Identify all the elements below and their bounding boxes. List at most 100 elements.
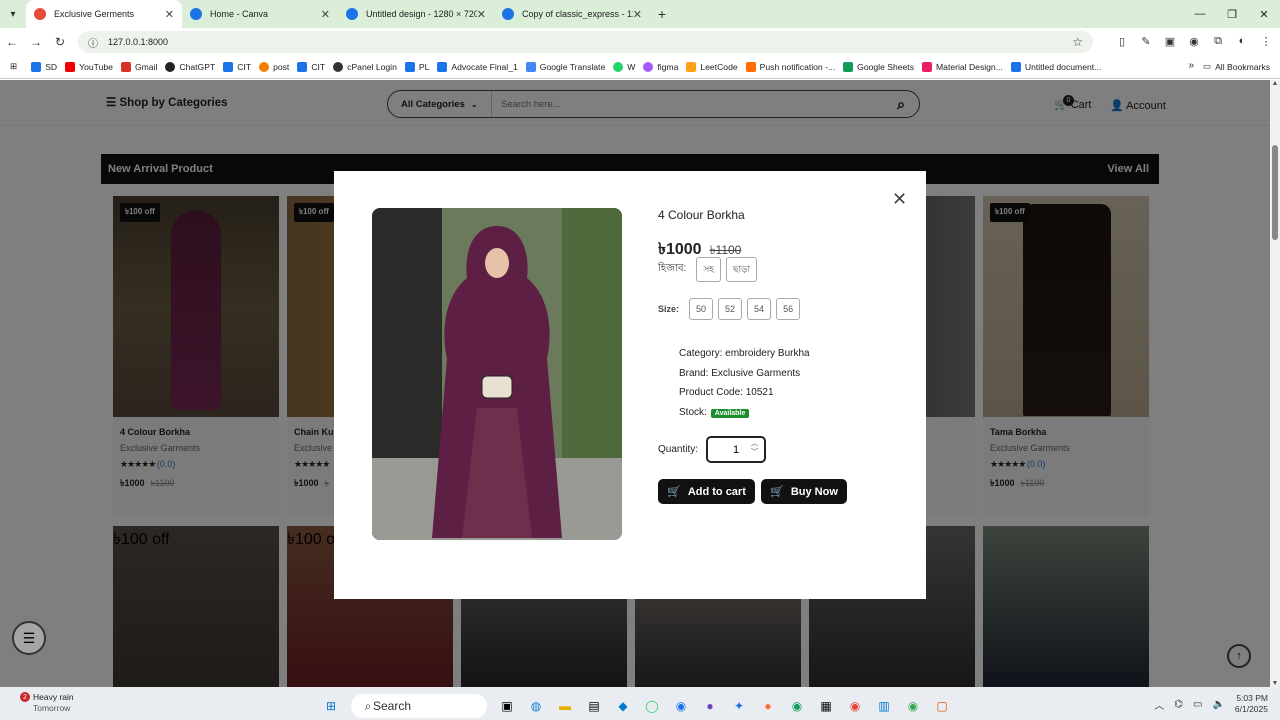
bookmark-label: SD [45,61,58,72]
close-window-icon[interactable]: ✕ [1248,8,1280,21]
all-bookmarks[interactable]: ▭ All Bookmarks [1203,61,1270,72]
bookmark-cpanel[interactable]: cPanel Login [333,61,397,72]
size-option-50[interactable]: 50 [689,298,714,320]
bookmark-advocate[interactable]: Advocate Final_1 [437,61,518,72]
sticky-notes-icon[interactable]: ▦ [817,697,835,715]
bookmark-sd[interactable]: SD [31,61,58,72]
bookmark-leetcode[interactable]: LeetCode [686,61,738,72]
extension-1-icon[interactable]: ▯ [1114,33,1130,49]
close-icon[interactable]: ✕ [892,189,907,210]
weather-widget[interactable]: 2 Heavy rain Tomorrow [16,692,74,714]
size-option-52[interactable]: 52 [718,298,743,320]
bookmark-label: Push notification -... [759,61,836,72]
bookmark-post[interactable]: post [259,61,289,72]
bookmark-label: Google Translate [539,61,606,72]
tab-untitled-design[interactable]: Untitled design - 1280 × 720px ✕ [338,0,494,28]
scroll-up-icon[interactable]: ▲ [1270,80,1280,87]
windows-start-icon[interactable]: ⊞ [322,697,340,715]
tab-home-canva[interactable]: Home - Canva ✕ [182,0,338,28]
close-tab-icon[interactable]: ✕ [633,8,642,21]
browser-menu-icon[interactable]: ⋮ [1258,33,1274,49]
chrome-icon-3[interactable]: ◉ [846,697,864,715]
display-icon[interactable]: ▭ [1193,699,1202,710]
clock[interactable]: 5:03 PM 6/1/2025 [1235,693,1268,715]
bookmark-untitled-doc[interactable]: Untitled document... [1010,61,1101,72]
tray-chevron-icon[interactable]: ︿ [1154,697,1164,712]
bookmark-cit-2[interactable]: CIT [297,61,325,72]
back-arrow-icon[interactable]: ← [0,35,24,49]
forward-arrow-icon[interactable]: → [24,35,48,49]
more-bookmarks-icon[interactable]: » [1188,60,1194,71]
bookmark-label: cPanel Login [347,61,397,72]
app-orange-icon[interactable]: ▢ [933,697,951,715]
bookmark-label: YouTube [79,61,113,72]
buy-now-button[interactable]: 🛒 Buy Now [761,479,847,504]
extensions-puzzle-icon[interactable]: ⧉ [1210,33,1226,49]
bookmark-w[interactable]: W [613,61,635,72]
weather-text: Heavy rain [33,692,74,702]
whatsapp-icon[interactable]: ◯ [643,697,661,715]
close-tab-icon[interactable]: ✕ [321,8,330,21]
extension-2-icon[interactable]: ✎ [1138,33,1154,49]
terminal-icon[interactable]: ▤ [585,697,603,715]
close-tab-icon[interactable]: ✕ [477,8,486,21]
github-icon[interactable]: ● [701,697,719,715]
page-scrollbar[interactable]: ▲ ▼ [1270,80,1280,687]
spin-arrows-icon[interactable]: ︿ ﹀ [751,439,758,457]
scrollbar-thumb[interactable] [1272,145,1278,240]
bookmark-figma[interactable]: figma [643,61,678,72]
notepad-icon[interactable]: ▥ [875,697,893,715]
hijab-option-without[interactable]: ছাড়া [726,257,758,282]
tab-copy-classic-express[interactable]: Copy of classic_express - 1280 ✕ [494,0,650,28]
bookmark-push[interactable]: Push notification -... [745,61,836,72]
new-tab-icon[interactable]: + [650,6,674,22]
tab-title: Copy of classic_express - 1280 [522,9,633,19]
chrome-icon-4[interactable]: ◉ [904,697,922,715]
extension-3-icon[interactable]: ▣ [1162,33,1178,49]
bookmark-google-sheets[interactable]: Google Sheets [843,61,914,72]
chrome-icon[interactable]: ◉ [672,697,690,715]
bookmark-material[interactable]: Material Design... [922,61,1003,72]
bookmark-star-icon[interactable]: ☆ [1072,35,1083,49]
quick-view-modal: ✕ 4 Colour Borkha ৳1000 ৳1100 হিজাব: সহ ছ… [334,171,926,599]
postman-icon[interactable]: ● [759,697,777,715]
edge-icon[interactable]: ◍ [527,697,545,715]
add-to-cart-button[interactable]: 🛒 Add to cart [658,479,755,504]
task-view-icon[interactable]: ▣ [498,697,516,715]
tab-search-icon[interactable]: ▾ [0,0,26,28]
bookmark-gmail[interactable]: Gmail [120,61,157,72]
quantity-stepper[interactable]: ︿﹀ [706,436,767,463]
weather-subtext: Tomorrow [33,703,71,713]
bookmark-cit[interactable]: CIT [223,61,251,72]
bookmark-label: LeetCode [700,61,738,72]
file-explorer-icon[interactable]: ▬ [556,697,574,715]
app-icon[interactable]: ✦ [730,697,748,715]
chrome-icon-2[interactable]: ◉ [788,697,806,715]
minimize-icon[interactable]: — [1184,8,1216,20]
restore-icon[interactable]: ❐ [1216,8,1248,21]
bookmark-pl[interactable]: PL [404,61,429,72]
bookmark-google-translate[interactable]: Google Translate [525,61,606,72]
size-option-54[interactable]: 54 [747,298,772,320]
network-icon[interactable]: ⌬ [1174,699,1183,710]
scroll-to-top-icon[interactable]: ↑ [1227,644,1251,668]
quantity-input[interactable] [721,443,752,456]
close-tab-icon[interactable]: ✕ [165,8,174,21]
hijab-option-with[interactable]: সহ [696,257,721,282]
url-field[interactable]: ⓘ 127.0.0.1:8000 ☆ [78,31,1093,53]
bookmark-youtube[interactable]: YouTube [65,61,113,72]
reload-icon[interactable]: ↻ [48,35,72,49]
vscode-icon[interactable]: ◆ [614,697,632,715]
floating-menu-icon[interactable]: ☰ [12,621,46,655]
volume-icon[interactable]: 🔈 [1212,699,1224,710]
extension-4-icon[interactable]: ◉ [1186,33,1202,49]
site-favicon-icon [34,8,46,20]
size-option-56[interactable]: 56 [776,298,801,320]
scroll-down-icon[interactable]: ▼ [1270,680,1280,687]
site-info-icon[interactable]: ⓘ [88,35,98,50]
taskbar-search[interactable]: ⌕ Search [351,694,487,718]
bookmark-chatgpt[interactable]: ChatGPT [165,61,215,72]
profile-avatar-icon[interactable]: ◐ [1234,33,1250,49]
apps-grid-icon[interactable]: ⊞ [10,61,17,72]
tab-exclusive-germents[interactable]: Exclusive Germents ✕ [26,0,182,28]
